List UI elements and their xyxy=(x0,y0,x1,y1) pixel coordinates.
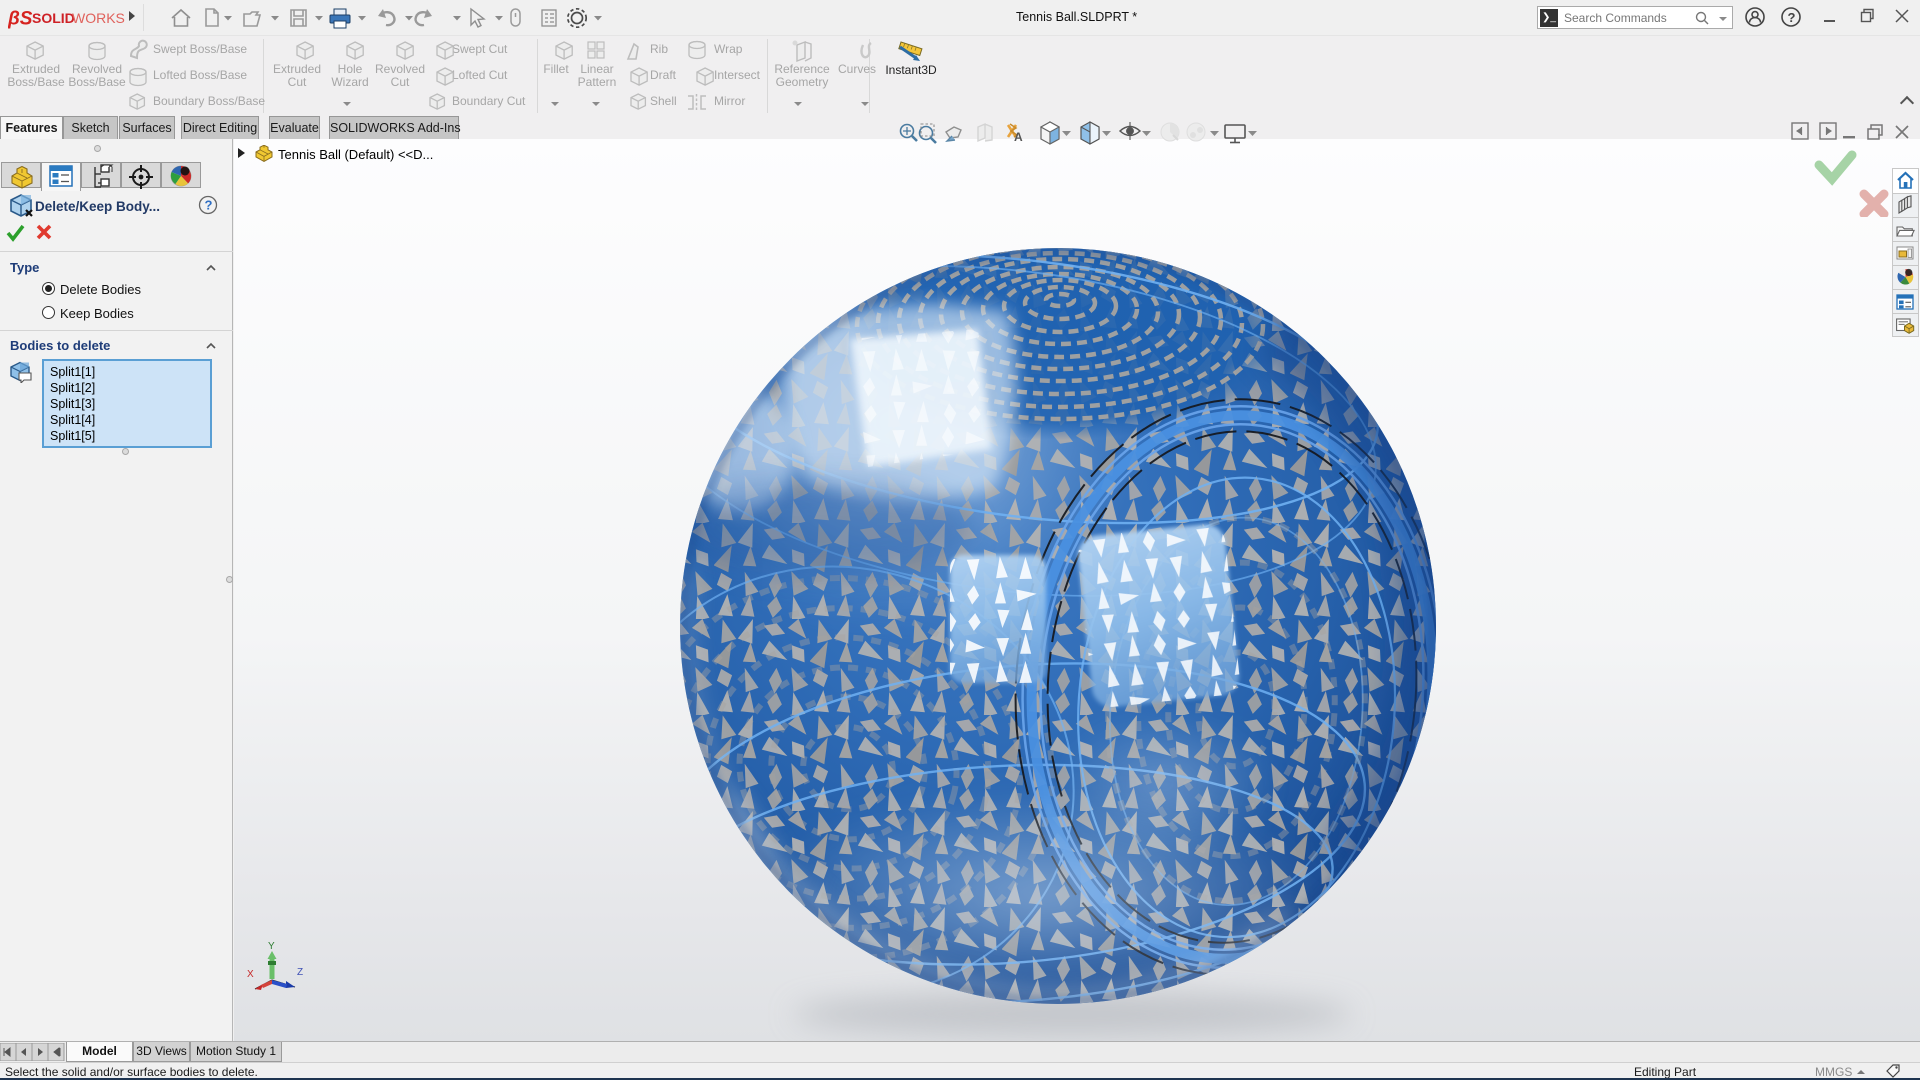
svg-text:SOLID: SOLID xyxy=(32,10,75,26)
svg-text:Z: Z xyxy=(297,967,303,978)
svg-text:?: ? xyxy=(205,198,213,213)
svg-text:?: ? xyxy=(1788,10,1796,25)
svg-text:βS: βS xyxy=(8,9,33,30)
svg-text:X: X xyxy=(247,969,254,980)
svg-text:WORKS: WORKS xyxy=(72,10,125,26)
svg-text:A: A xyxy=(1014,130,1023,144)
svg-text:Y: Y xyxy=(268,941,275,952)
